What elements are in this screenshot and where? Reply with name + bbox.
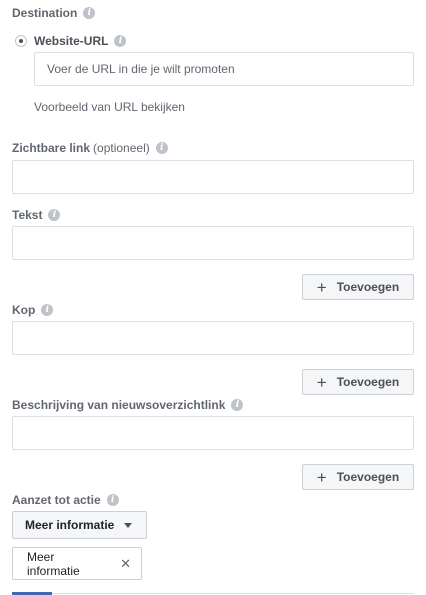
caret-down-icon [124,522,133,528]
info-icon[interactable]: i [231,399,244,411]
website-url-radio[interactable] [15,35,27,47]
add-headline-label: Toevoegen [336,375,400,389]
close-icon[interactable]: ✕ [120,556,131,572]
text-label: Tekst i [12,208,61,222]
headline-field[interactable] [12,321,414,355]
plus-icon: + [316,372,327,392]
destination-label: Destination i [12,6,96,20]
info-icon[interactable]: i [114,35,127,47]
display-link-label-text: Zichtbare link [12,141,91,155]
info-icon[interactable]: i [48,209,61,221]
preview-url-link[interactable]: Voorbeeld van URL bekijken [34,100,185,114]
add-text-label: Toevoegen [336,280,400,294]
add-text-button[interactable]: + Toevoegen [302,274,414,300]
display-link-label: Zichtbare link (optioneel) i [12,141,168,155]
text-label-text: Tekst [12,208,43,222]
display-link-input[interactable] [13,161,413,193]
call-to-action-dropdown-value: Meer informatie [25,518,115,532]
news-feed-description-field[interactable] [12,416,414,450]
info-icon[interactable]: i [83,7,96,19]
info-icon[interactable]: i [155,142,168,154]
bottom-divider [12,593,414,594]
destination-label-text: Destination [12,6,78,20]
plus-icon: + [316,277,327,297]
news-feed-description-label-text: Beschrijving van nieuwsoverzichtlink [12,398,226,412]
headline-label-text: Kop [12,303,36,317]
website-url-input[interactable] [35,53,413,85]
website-url-option[interactable]: Website-URL i [34,34,127,48]
plus-icon: + [316,467,327,487]
headline-input[interactable] [13,322,413,354]
headline-label: Kop i [12,303,54,317]
news-feed-description-label: Beschrijving van nieuwsoverzichtlink i [12,398,244,412]
call-to-action-label-text: Aanzet tot actie [12,493,101,507]
text-input[interactable] [13,227,413,259]
add-description-button[interactable]: + Toevoegen [302,464,414,490]
selected-cta-token-label: Meer informatie [27,549,80,578]
display-link-field[interactable] [12,160,414,194]
website-url-field[interactable] [34,52,414,86]
add-headline-button[interactable]: + Toevoegen [302,369,414,395]
website-url-option-text: Website-URL [34,34,109,48]
info-icon[interactable]: i [41,304,54,316]
optional-tag: (optioneel) [93,141,150,155]
call-to-action-dropdown[interactable]: Meer informatie [12,511,147,539]
info-icon[interactable]: i [106,494,119,506]
add-description-label: Toevoegen [336,470,400,484]
news-feed-description-input[interactable] [13,417,413,449]
call-to-action-label: Aanzet tot actie i [12,493,119,507]
selected-cta-token: Meer informatie ✕ [12,547,142,580]
text-field[interactable] [12,226,414,260]
